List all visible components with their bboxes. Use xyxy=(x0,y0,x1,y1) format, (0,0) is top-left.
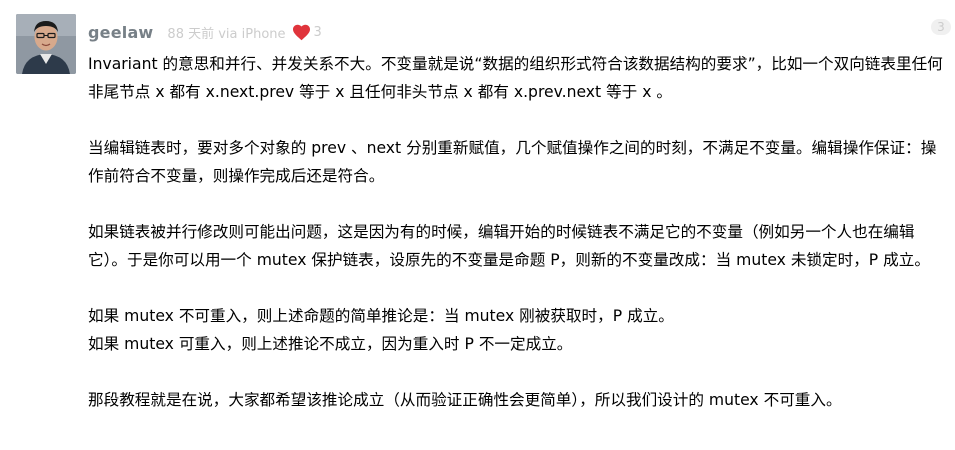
reply-content: Invariant 的意思和并行、并发关系不大。不变量就是说“数据的组织形式符合… xyxy=(88,50,948,414)
floor-number: 3 xyxy=(931,19,951,35)
heart-icon[interactable] xyxy=(292,24,311,41)
avatar[interactable] xyxy=(16,14,76,74)
paragraph: Invariant 的意思和并行、并发关系不大。不变量就是说“数据的组织形式符合… xyxy=(88,55,943,101)
author-link[interactable]: geelaw xyxy=(88,23,153,42)
reply-time: 88 天前 via iPhone xyxy=(167,26,286,42)
paragraph-line: 如果 mutex 可重入，则上述推论不成立，因为重入时 P 不一定成立。 xyxy=(88,335,573,353)
thanks-count: 3 xyxy=(313,24,322,40)
avatar-image xyxy=(16,14,76,74)
reply-header: geelaw 88 天前 via iPhone 3 xyxy=(88,21,322,43)
paragraph-line: 如果 mutex 不可重入，则上述命题的简单推论是：当 mutex 刚被获取时，… xyxy=(88,307,674,325)
reply-cell: geelaw 88 天前 via iPhone 3 3 Invariant 的意… xyxy=(0,0,955,450)
paragraph: 当编辑链表时，要对多个对象的 prev 、next 分别重新赋值，几个赋值操作之… xyxy=(88,139,937,185)
paragraph: 那段教程就是在说，大家都希望该推论成立（从而验证正确性会更简单），所以我们设计的… xyxy=(88,391,842,409)
paragraph: 如果链表被并行修改则可能出问题，这是因为有的时候，编辑开始的时候链表不满足它的不… xyxy=(88,223,930,269)
